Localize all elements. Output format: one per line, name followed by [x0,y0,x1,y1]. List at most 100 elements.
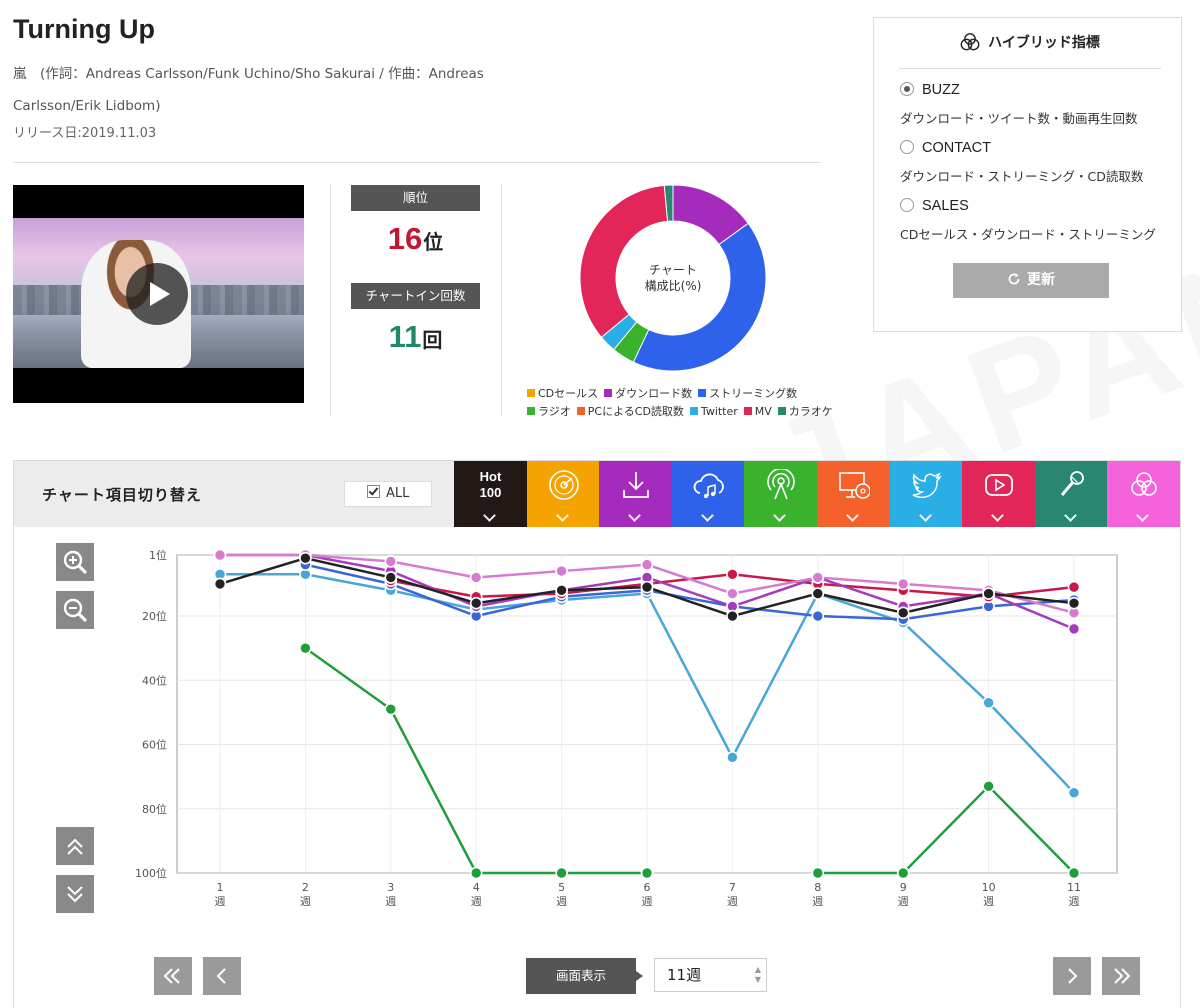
scroll-bottom-button[interactable] [56,875,94,913]
tab-karaoke[interactable] [1034,461,1108,527]
spinner-icon[interactable]: ▲ ▼ [755,965,761,985]
x-tick-label: 週 [1069,895,1080,908]
all-label: ALL [386,486,410,501]
data-point[interactable] [469,866,483,880]
divider [330,185,331,417]
next-page-button[interactable] [1053,957,1091,995]
option-sales[interactable]: SALES [900,198,969,214]
hybrid-panel: ハイブリッド指標 BUZZ ダウンロード・ツイート数・動画再生回数 CONTAC… [873,17,1182,332]
legend-item: カラオケ [777,403,833,421]
data-point[interactable] [726,609,739,623]
chevron-down-icon [1063,509,1077,522]
play-icon[interactable] [126,263,188,325]
data-point[interactable] [469,596,483,610]
x-tick-label: 9 [900,881,907,894]
tab-mv[interactable] [962,461,1036,527]
data-point[interactable] [811,866,825,880]
y-tick-label: 40位 [142,673,167,687]
legend-swatch [698,389,707,397]
update-button[interactable]: 更新 [953,263,1109,298]
data-point[interactable] [1067,866,1081,880]
tab-streaming[interactable] [671,461,745,527]
last-page-button[interactable] [1102,957,1140,995]
data-point[interactable] [982,779,995,793]
data-point[interactable] [213,548,227,562]
legend-swatch [689,407,698,415]
x-tick-label: 4 [473,881,480,894]
tab-hot100[interactable]: Hot 100 [454,461,527,527]
legend-label: カラオケ [788,405,833,418]
tab-hot100-line1: Hot [479,469,502,484]
data-point[interactable] [640,558,654,571]
twitter-icon [912,472,942,499]
week-select[interactable]: 11週 ▲ ▼ [654,958,767,992]
first-page-button[interactable] [154,957,192,995]
disc-icon [548,470,579,500]
data-point[interactable] [982,696,995,710]
radio-buzz[interactable] [900,82,914,96]
data-point[interactable] [1067,786,1081,799]
option-contact-label: CONTACT [922,140,992,156]
radio-contact[interactable] [900,140,914,154]
data-point[interactable] [896,866,910,880]
data-point[interactable] [640,866,654,880]
chevron-left-icon [216,968,226,984]
data-point[interactable] [982,587,995,600]
donut-center-line2: 構成比(%) [644,279,702,293]
data-point[interactable] [1067,580,1081,594]
download-icon [623,472,650,498]
data-point[interactable] [469,571,483,584]
tab-hybrid[interactable] [1107,461,1181,527]
zoom-out-button[interactable] [56,591,94,629]
data-point[interactable] [726,567,739,581]
chartin-unit: 回 [422,330,443,352]
data-point[interactable] [811,587,825,600]
data-point[interactable] [726,587,739,600]
data-point[interactable] [811,609,825,623]
x-tick-label: 週 [556,895,567,908]
data-point[interactable] [213,577,227,591]
data-point[interactable] [811,571,825,584]
check-icon [367,485,380,498]
x-tick-label: 1 [217,881,224,894]
option-buzz[interactable]: BUZZ [900,82,960,98]
data-point[interactable] [1067,596,1081,610]
x-tick-label: 11 [1067,881,1081,894]
chevron-down-icon [918,509,932,522]
option-contact[interactable]: CONTACT [900,140,991,156]
legend-swatch [777,407,786,415]
legend-label: ラジオ [538,405,571,418]
data-point[interactable] [1067,622,1081,636]
data-point[interactable] [896,577,910,591]
legend-item: PCによるCD読取数 [576,403,684,421]
tab-cd-sales[interactable] [526,461,600,527]
tab-pc-cd-read[interactable] [817,461,890,527]
data-point[interactable] [384,702,398,716]
data-point[interactable] [555,866,568,880]
data-point[interactable] [299,641,312,655]
display-label: 画面表示 [526,958,643,994]
tab-download[interactable] [599,461,673,527]
data-point[interactable] [640,580,654,594]
radio-sales[interactable] [900,198,914,212]
chartin-number: 11 [388,319,422,354]
data-point[interactable] [896,606,910,620]
all-checkbox[interactable]: ALL [344,481,432,507]
zoom-in-button[interactable] [56,543,94,581]
data-point[interactable] [555,564,568,578]
data-point[interactable] [726,751,739,764]
data-point[interactable] [555,584,568,597]
tab-radio[interactable] [744,461,818,527]
data-point[interactable] [299,551,312,565]
data-point[interactable] [384,555,398,568]
legend-label: ダウンロード数 [615,387,693,400]
tab-twitter[interactable] [889,461,963,527]
tab-hot100-label: Hot 100 [454,469,527,501]
video-player[interactable] [13,185,304,403]
x-tick-label: 週 [385,895,396,908]
rank-line-chart: 1位20位40位60位80位100位1週2週3週4週5週6週7週8週9週10週1… [135,548,1118,908]
donut-center-label: チャート 構成比(%) [603,262,743,294]
prev-page-button[interactable] [203,957,241,995]
data-point[interactable] [384,571,398,584]
scroll-top-button[interactable] [56,827,94,865]
